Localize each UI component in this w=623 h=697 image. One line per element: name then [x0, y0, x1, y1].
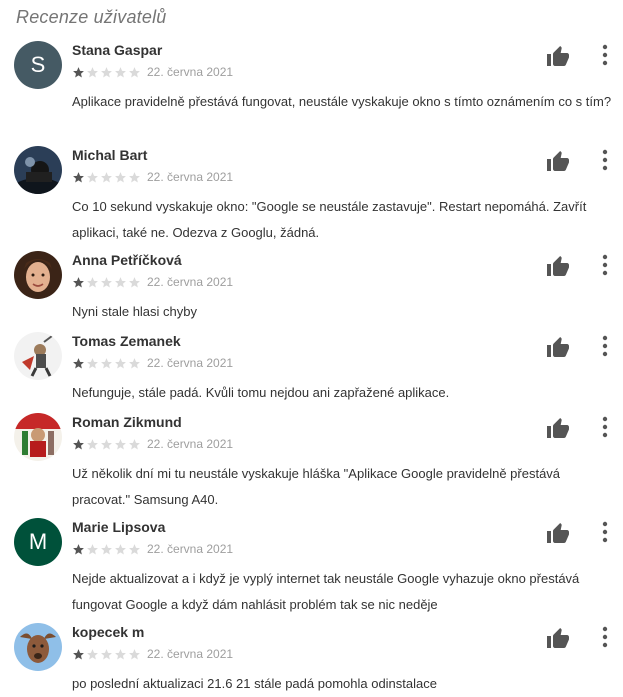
star-empty-icon [115, 276, 126, 287]
thumbs-up-icon[interactable] [546, 255, 570, 279]
star-empty-icon [115, 66, 126, 77]
star-empty-icon [129, 66, 140, 77]
more-vertical-icon[interactable] [596, 253, 614, 277]
more-vertical-icon[interactable] [596, 625, 614, 649]
review-author: Stana Gaspar [72, 42, 163, 58]
star-empty-icon [115, 438, 126, 449]
star-filled-icon [73, 66, 84, 77]
star-empty-icon [115, 171, 126, 182]
star-empty-icon [87, 357, 98, 368]
more-vertical-icon[interactable] [596, 148, 614, 172]
thumbs-up-icon[interactable] [546, 150, 570, 174]
review-text: Už několik dní mi tu neustále vyskakuje … [72, 466, 561, 507]
star-filled-icon [73, 357, 84, 368]
avatar[interactable] [14, 146, 62, 194]
review-meta: 22. června 2021 [72, 356, 233, 370]
avatar-photo [14, 332, 62, 380]
star-empty-icon [129, 648, 140, 659]
star-empty-icon [115, 543, 126, 554]
thumbs-up-icon[interactable] [546, 627, 570, 651]
thumbs-up-icon[interactable] [546, 45, 570, 69]
star-empty-icon [101, 543, 112, 554]
review-author: Roman Zikmund [72, 414, 182, 430]
star-rating [72, 357, 141, 370]
review-date: 22. června 2021 [147, 275, 234, 289]
star-filled-icon [73, 171, 84, 182]
review-author: Marie Lipsova [72, 519, 166, 535]
review-text: Nefunguje, stále padá. Kvůli tomu nejdou… [72, 385, 450, 400]
star-empty-icon [87, 171, 98, 182]
star-rating [72, 276, 141, 289]
star-empty-icon [101, 276, 112, 287]
star-empty-icon [87, 276, 98, 287]
star-empty-icon [101, 357, 112, 368]
review-author: kopecek m [72, 624, 145, 640]
review-text: Aplikace pravidelně přestává fungovat, n… [72, 94, 612, 109]
more-vertical-icon[interactable] [596, 520, 614, 544]
avatar[interactable]: M [14, 518, 62, 566]
star-empty-icon [101, 648, 112, 659]
star-empty-icon [87, 543, 98, 554]
star-filled-icon [73, 543, 84, 554]
review-text: Nyni stale hlasi chyby [72, 304, 197, 319]
star-empty-icon [101, 438, 112, 449]
review-meta: 22. června 2021 [72, 275, 233, 289]
star-empty-icon [101, 171, 112, 182]
review-meta: 22. června 2021 [72, 647, 233, 661]
avatar[interactable] [14, 413, 62, 461]
star-rating [72, 648, 141, 661]
more-vertical-icon[interactable] [596, 43, 614, 67]
avatar-photo [14, 413, 62, 461]
star-empty-icon [129, 171, 140, 182]
review-meta: 22. června 2021 [72, 542, 233, 556]
more-vertical-icon[interactable] [596, 415, 614, 439]
star-filled-icon [73, 648, 84, 659]
star-rating [72, 171, 141, 184]
thumbs-up-icon[interactable] [546, 336, 570, 360]
star-filled-icon [73, 276, 84, 287]
review-text: Nejde aktualizovat a i když je vyplý int… [72, 571, 580, 612]
review-meta: 22. června 2021 [72, 170, 233, 184]
review-date: 22. června 2021 [147, 437, 234, 451]
avatar[interactable] [14, 251, 62, 299]
section-title: Recenze uživatelů [16, 7, 167, 27]
review-date: 22. června 2021 [147, 356, 234, 370]
review-date: 22. června 2021 [147, 65, 234, 79]
review-date: 22. června 2021 [147, 647, 234, 661]
avatar-photo [14, 251, 62, 299]
review-author: Michal Bart [72, 147, 148, 163]
star-rating [72, 543, 141, 556]
star-empty-icon [115, 648, 126, 659]
star-filled-icon [73, 438, 84, 449]
star-empty-icon [129, 543, 140, 554]
thumbs-up-icon[interactable] [546, 522, 570, 546]
review-author: Tomas Zemanek [72, 333, 181, 349]
review-date: 22. června 2021 [147, 542, 234, 556]
review-date: 22. června 2021 [147, 170, 234, 184]
review-meta: 22. června 2021 [72, 65, 233, 79]
star-empty-icon [87, 648, 98, 659]
star-empty-icon [101, 66, 112, 77]
star-empty-icon [115, 357, 126, 368]
avatar[interactable] [14, 332, 62, 380]
star-empty-icon [129, 276, 140, 287]
avatar[interactable]: S [14, 41, 62, 89]
review-text: po poslední aktualizaci 21.6 21 stále pa… [72, 676, 437, 691]
avatar[interactable] [14, 623, 62, 671]
star-empty-icon [87, 438, 98, 449]
star-empty-icon [129, 438, 140, 449]
review-meta: 22. června 2021 [72, 437, 233, 451]
star-rating [72, 66, 141, 79]
avatar-photo [14, 146, 62, 194]
star-empty-icon [129, 357, 140, 368]
avatar-letter: S [30, 52, 46, 77]
avatar-letter: M [28, 529, 48, 554]
star-rating [72, 438, 141, 451]
review-author: Anna Petříčková [72, 252, 182, 268]
thumbs-up-icon[interactable] [546, 417, 570, 441]
star-empty-icon [87, 66, 98, 77]
avatar-photo [14, 623, 62, 671]
more-vertical-icon[interactable] [596, 334, 614, 358]
review-text: Co 10 sekund vyskakuje okno: "Google se … [72, 199, 587, 240]
